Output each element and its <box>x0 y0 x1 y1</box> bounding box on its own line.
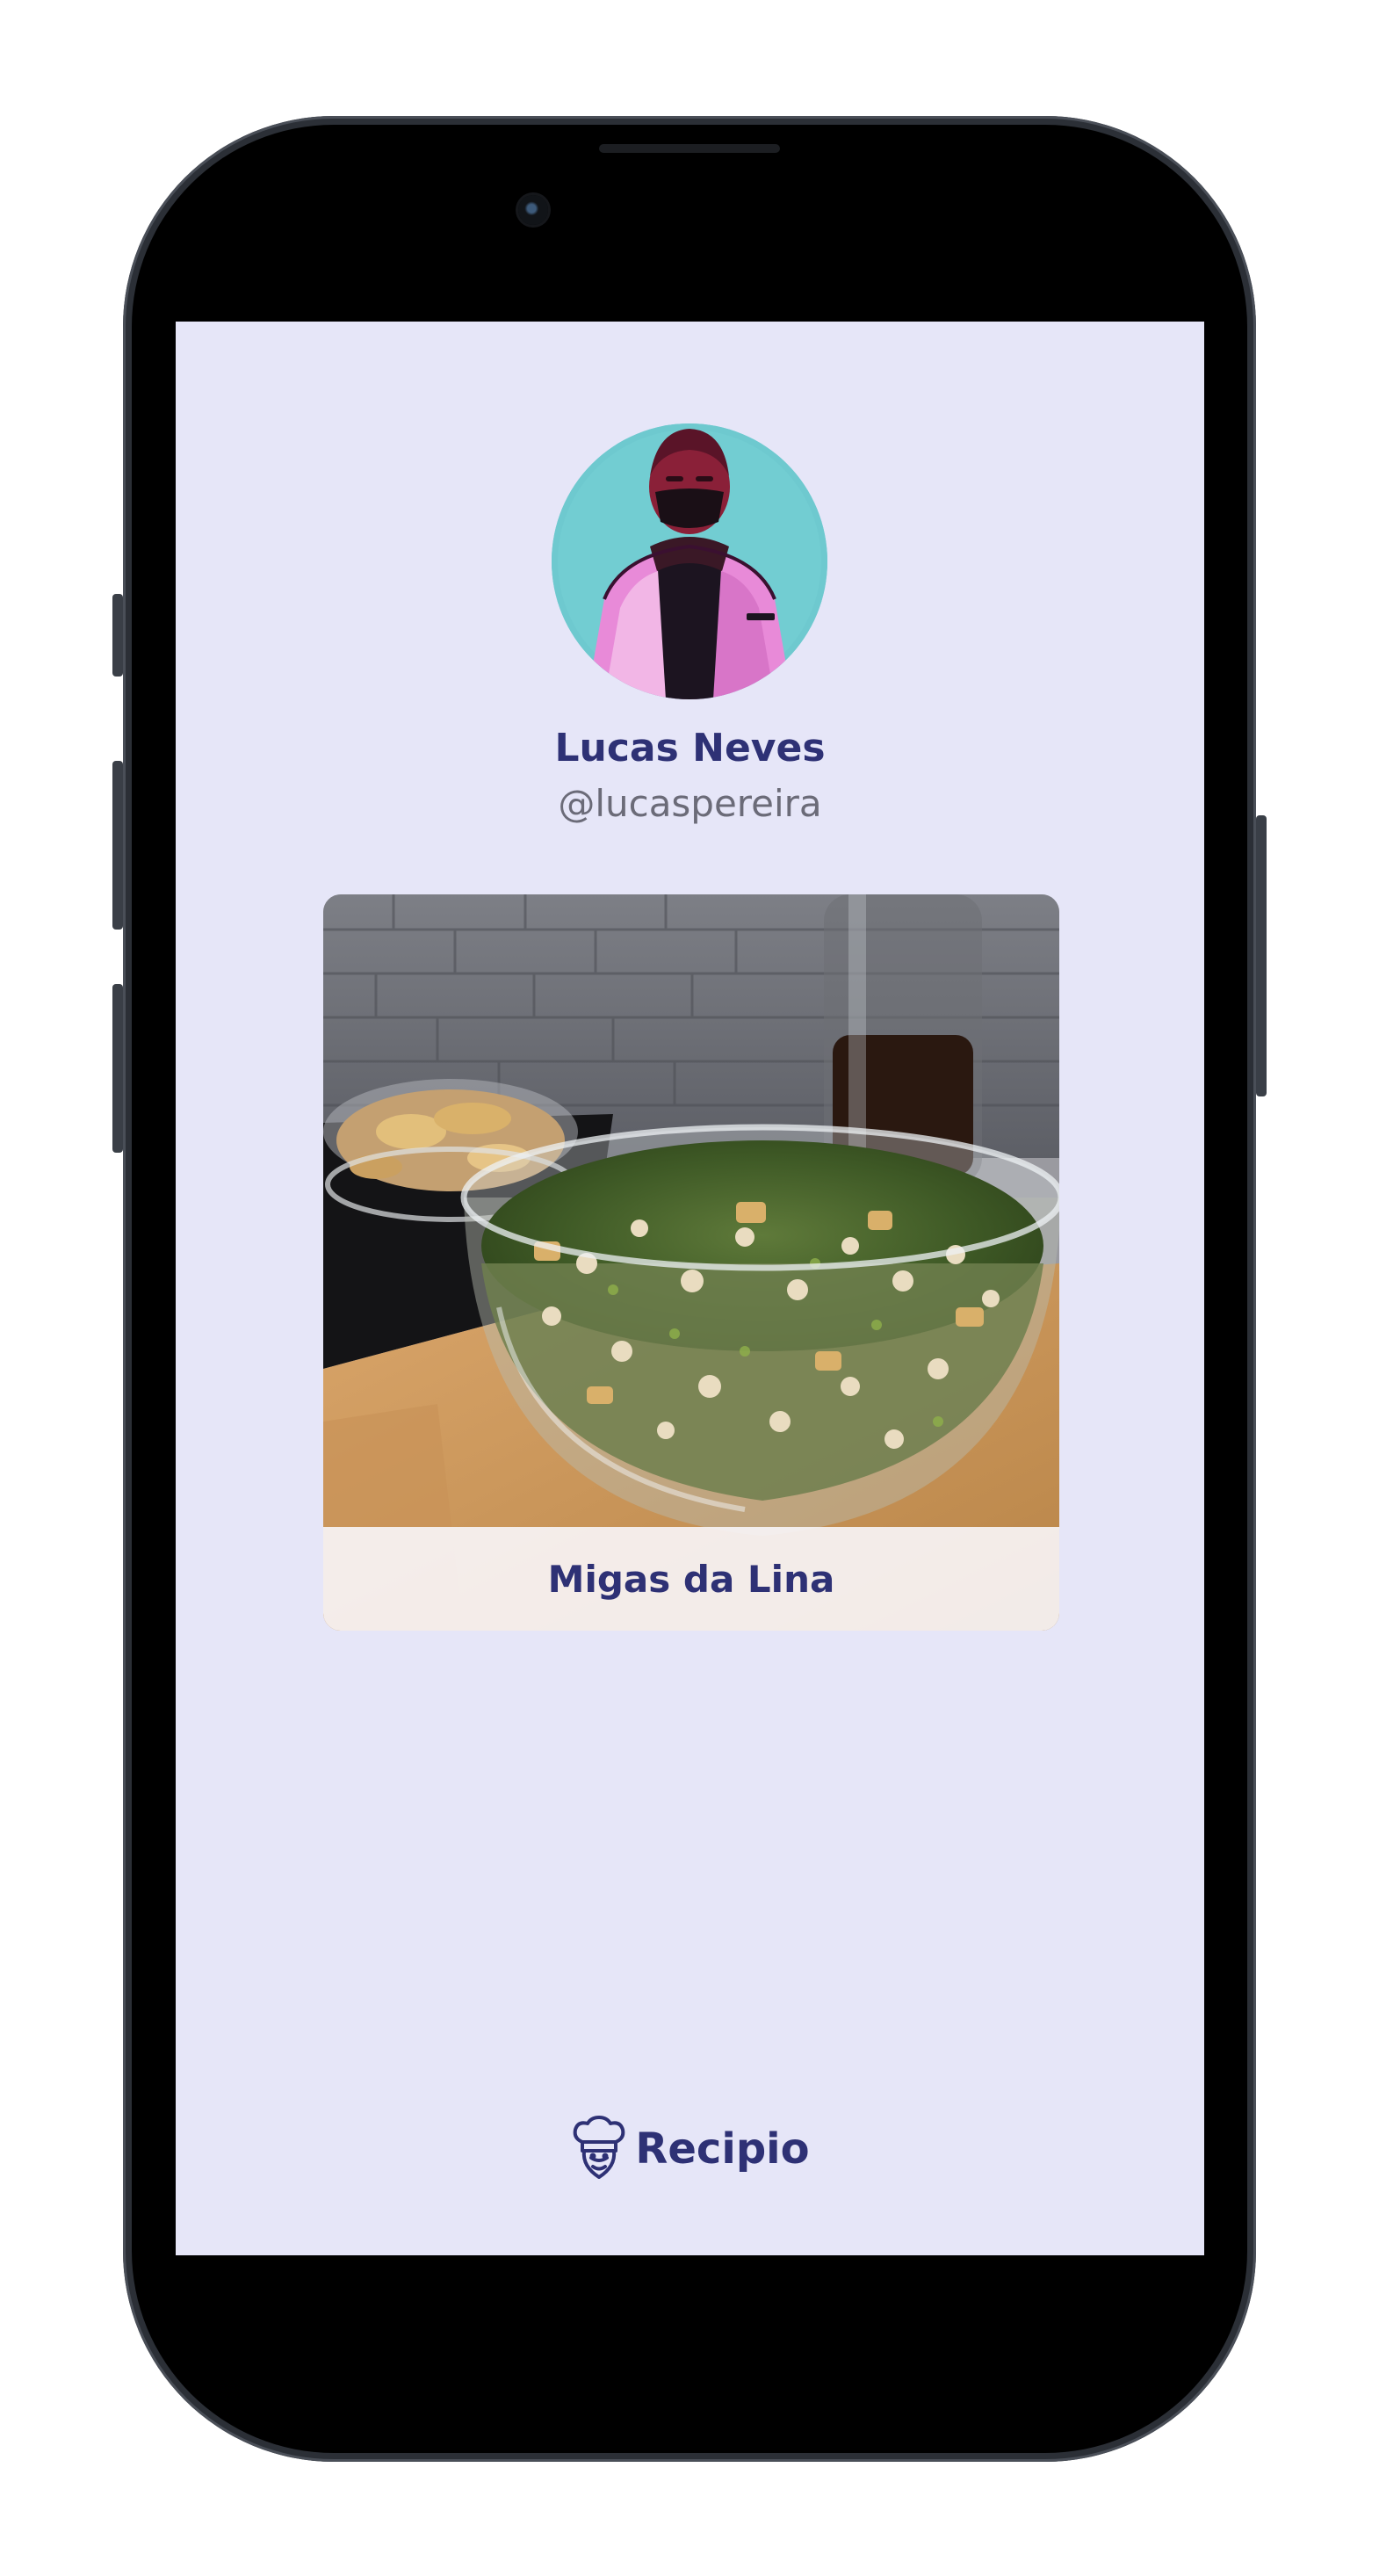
phone-action-button <box>112 594 123 677</box>
recipe-card[interactable]: Migas da Lina <box>323 894 1059 1631</box>
phone-volume-down-button <box>112 984 123 1153</box>
brand-name: Recipio <box>635 2124 810 2174</box>
avatar[interactable] <box>552 423 827 699</box>
chef-hat-icon <box>574 2116 625 2179</box>
recipe-title: Migas da Lina <box>547 1557 835 1601</box>
profile-name: Lucas Neves <box>554 726 826 771</box>
front-camera-icon <box>518 195 548 225</box>
recipe-photo <box>323 894 1059 1631</box>
profile-handle: @lucaspereira <box>558 782 822 825</box>
phone-speaker <box>599 144 780 153</box>
avatar-illustration <box>552 423 827 699</box>
recipe-caption: Migas da Lina <box>323 1527 1059 1631</box>
app-screen: Lucas Neves @lucaspereira Migas da Lina … <box>176 322 1204 2255</box>
phone-volume-up-button <box>112 761 123 930</box>
phone-power-button <box>1256 815 1267 1096</box>
brand-footer[interactable]: Recipio <box>176 2114 1204 2184</box>
